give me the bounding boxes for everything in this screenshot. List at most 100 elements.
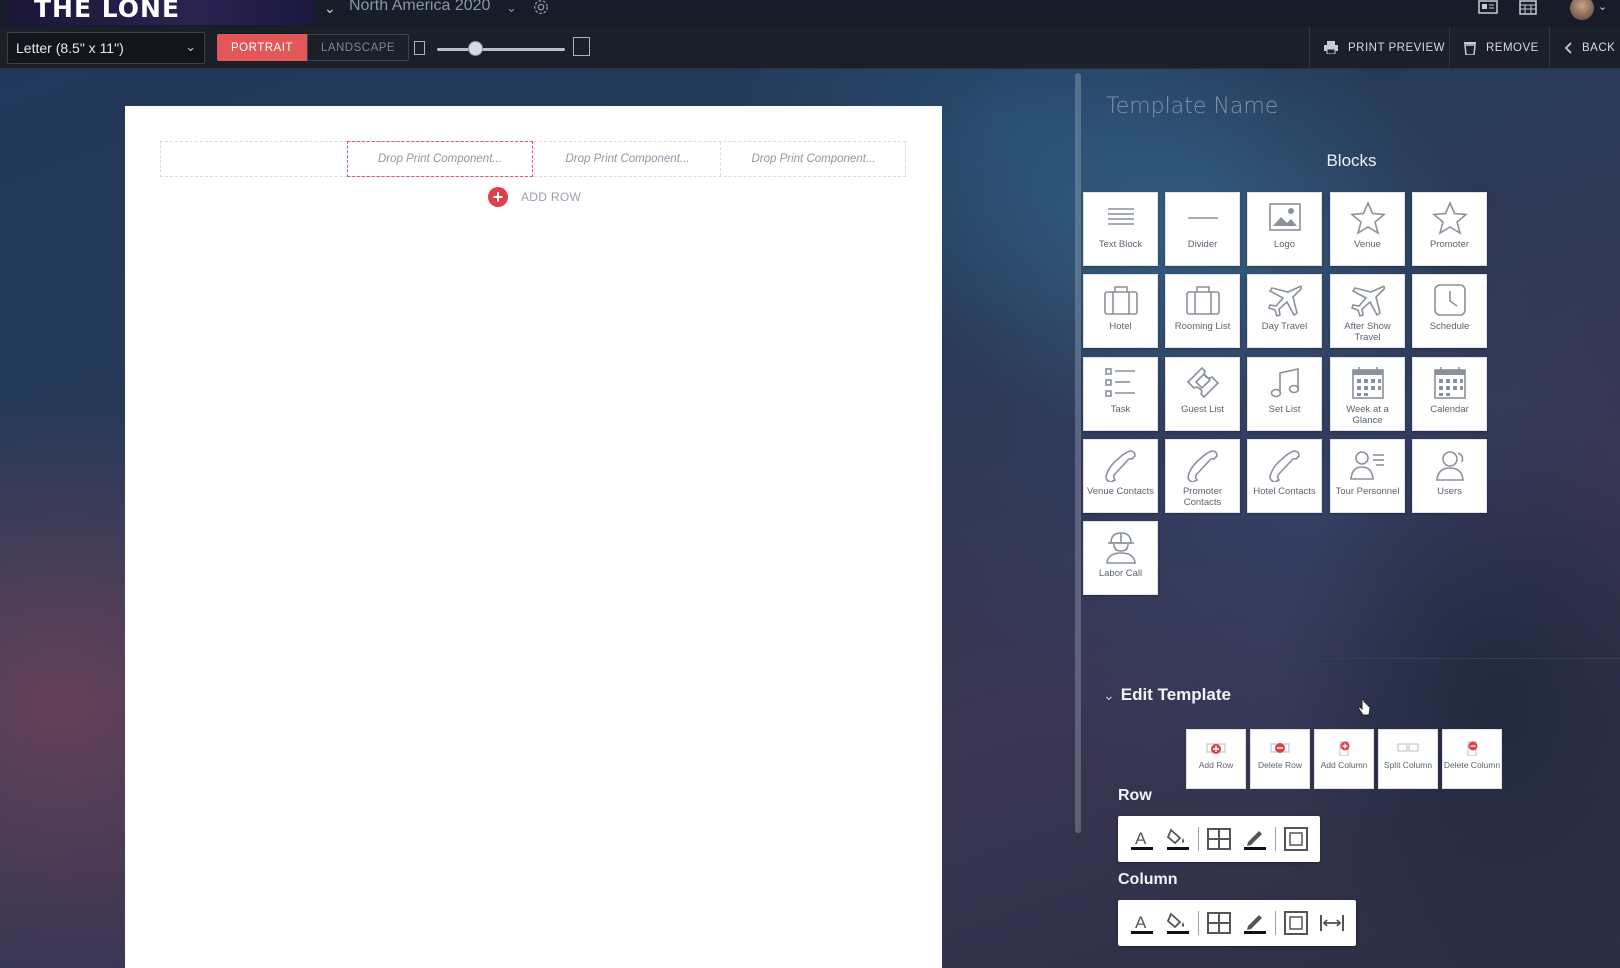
block-logo[interactable]: Logo — [1247, 192, 1322, 266]
users-icon — [1435, 451, 1464, 481]
star-icon — [1431, 201, 1468, 235]
id-card-icon[interactable] — [1477, 0, 1499, 16]
block-venue-contacts[interactable]: Venue Contacts — [1083, 439, 1158, 513]
borders-grid-icon[interactable] — [1201, 906, 1237, 940]
block-labor-call[interactable]: Labor Call — [1083, 521, 1158, 595]
tour-chevron-down-icon[interactable]: ⌄ — [506, 0, 517, 16]
calendar-grid-icon[interactable] — [1517, 0, 1539, 16]
paper-size-select[interactable]: Letter (8.5" x 11") ⌄ — [7, 32, 205, 64]
empty-column[interactable] — [161, 142, 347, 176]
block-after-show-travel[interactable]: After Show Travel — [1330, 274, 1405, 348]
phone-icon — [1104, 450, 1136, 482]
trash-icon — [1464, 41, 1476, 55]
chevron-down-icon[interactable]: ⌄ — [324, 0, 336, 17]
print-page-canvas: Drop Print Component... Drop Print Compo… — [125, 106, 942, 968]
text-color-icon[interactable]: A — [1124, 822, 1160, 856]
template-name-input[interactable]: Template Name — [1106, 94, 1278, 119]
drop-zone-selected[interactable]: Drop Print Component... — [347, 141, 533, 177]
brand-logo[interactable]: THE LONE RANGERS — [8, 0, 314, 25]
add-row-icon — [1206, 743, 1226, 754]
phone-icon — [1186, 450, 1218, 482]
orientation-toggle: PORTRAIT LANDSCAPE — [217, 34, 410, 61]
avatar-chevron-down-icon[interactable]: ⌄ — [1598, 0, 1607, 13]
edit-template-heading: Edit Template — [1120, 685, 1231, 704]
block-rooming-list[interactable]: Rooming List — [1165, 274, 1240, 348]
fill-color-icon[interactable] — [1160, 822, 1196, 856]
zoom-out-page-icon[interactable] — [414, 41, 425, 55]
add-row-button[interactable]: + ADD ROW — [488, 187, 581, 207]
block-week-at-a-glance[interactable]: Week at a Glance — [1330, 357, 1405, 431]
borders-grid-icon[interactable] — [1201, 822, 1237, 856]
template-row[interactable]: Drop Print Component... Drop Print Compo… — [160, 141, 906, 177]
chevron-down-icon: ⌄ — [185, 39, 196, 54]
divider-icon — [1187, 217, 1218, 219]
print-preview-button[interactable]: PRINT PREVIEW — [1309, 27, 1449, 68]
padding-icon[interactable] — [1278, 822, 1314, 856]
airplane-icon — [1267, 285, 1302, 317]
add-column-button[interactable]: Add Column — [1314, 729, 1374, 789]
column-format-toolbar: A — [1118, 900, 1356, 946]
column-format-heading: Column — [1118, 871, 1178, 888]
section-divider — [1083, 658, 1620, 659]
block-label: Week at a Glance — [1346, 404, 1389, 426]
block-label: Hotel — [1109, 321, 1132, 332]
user-avatar[interactable] — [1570, 0, 1594, 20]
tour-selector[interactable]: North America 2020 — [349, 0, 490, 15]
row-format-heading: Row — [1118, 787, 1152, 804]
block-schedule[interactable]: Schedule — [1412, 274, 1487, 348]
padding-icon[interactable] — [1278, 906, 1314, 940]
fill-color-icon[interactable] — [1160, 906, 1196, 940]
column-width-icon[interactable] — [1314, 906, 1350, 940]
zoom-slider[interactable] — [437, 48, 565, 51]
block-promoter-contacts[interactable]: Promoter Contacts — [1165, 439, 1240, 513]
portrait-button[interactable]: PORTRAIT — [217, 34, 307, 61]
add-row-button[interactable]: Add Row — [1186, 729, 1246, 789]
text-color-icon[interactable]: A — [1124, 906, 1160, 940]
text-block-icon — [1107, 208, 1134, 225]
zoom-slider-handle[interactable] — [468, 41, 484, 56]
block-calendar[interactable]: Calendar — [1412, 357, 1487, 431]
block-hotel[interactable]: Hotel — [1083, 274, 1158, 348]
remove-button[interactable]: REMOVE — [1449, 27, 1549, 68]
block-users[interactable]: Users — [1412, 439, 1487, 513]
block-label: Venue Contacts — [1086, 486, 1155, 497]
block-text-block[interactable]: Text Block — [1083, 192, 1158, 266]
landscape-button[interactable]: LANDSCAPE — [306, 34, 410, 61]
block-label: Guest List — [1181, 404, 1224, 415]
back-button[interactable]: BACK — [1549, 27, 1620, 68]
top-header: THE LONE RANGERS ⌄ North America 2020 ⌄ … — [0, 0, 1620, 27]
block-task[interactable]: Task — [1083, 357, 1158, 431]
block-set-list[interactable]: Set List — [1247, 357, 1322, 431]
border-color-pencil-icon[interactable] — [1237, 822, 1273, 856]
gear-icon[interactable] — [531, 0, 551, 17]
block-hotel-contacts[interactable]: Hotel Contacts — [1247, 439, 1322, 513]
drop-zone[interactable]: Drop Print Component... — [534, 142, 720, 176]
delete-column-button[interactable]: Delete Column — [1442, 729, 1502, 789]
block-tour-personnel[interactable]: Tour Personnel — [1330, 439, 1405, 513]
block-label: Calendar — [1430, 404, 1469, 415]
blocks-heading: Blocks — [1326, 151, 1377, 170]
delete-row-button[interactable]: Delete Row — [1250, 729, 1310, 789]
template-toolbar: Letter (8.5" x 11") ⌄ PORTRAIT LANDSCAPE… — [0, 27, 1620, 69]
svg-text:A: A — [1135, 913, 1147, 932]
canvas-scrollbar[interactable] — [1075, 73, 1081, 833]
block-promoter[interactable]: Promoter — [1412, 192, 1487, 266]
back-label: BACK — [1582, 41, 1616, 54]
block-label: Set List — [1268, 404, 1301, 415]
edit-template-toggle[interactable]: ⌄ Edit Template — [1103, 685, 1231, 705]
block-day-travel[interactable]: Day Travel — [1247, 274, 1322, 348]
printer-icon — [1324, 41, 1338, 54]
split-column-button[interactable]: Split Column — [1378, 729, 1438, 789]
print-preview-label: PRINT PREVIEW — [1348, 41, 1446, 54]
drop-zone[interactable]: Drop Print Component... — [720, 142, 906, 176]
plus-circle-icon: + — [488, 187, 508, 207]
zoom-in-page-icon[interactable] — [573, 37, 590, 56]
image-icon — [1268, 203, 1301, 231]
block-label: Task — [1110, 404, 1131, 415]
block-guest-list[interactable]: Guest List — [1165, 357, 1240, 431]
block-label: Schedule — [1429, 321, 1470, 332]
border-color-pencil-icon[interactable] — [1237, 906, 1273, 940]
block-venue[interactable]: Venue — [1330, 192, 1405, 266]
block-label: Day Travel — [1261, 321, 1308, 332]
block-divider[interactable]: Divider — [1165, 192, 1240, 266]
